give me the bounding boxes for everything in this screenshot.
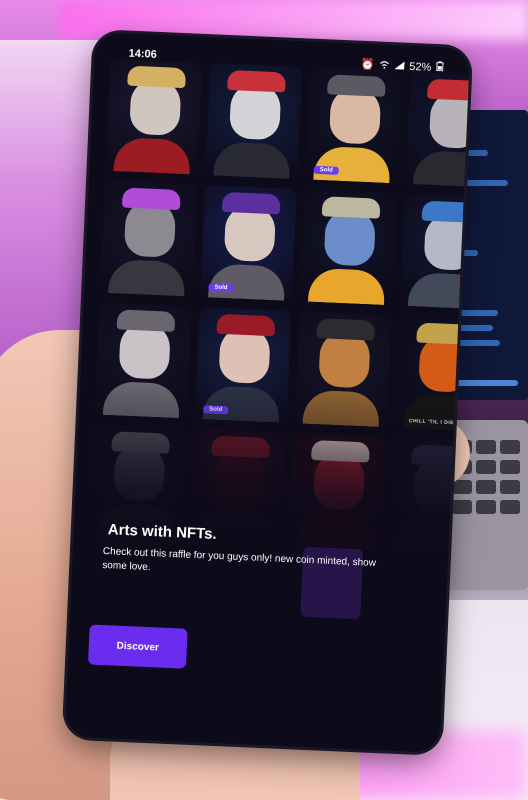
- nft-card[interactable]: Sold: [200, 185, 297, 301]
- nft-artwork-hat: [327, 74, 386, 97]
- signal-icon: [394, 60, 405, 72]
- nft-artwork-body: [113, 137, 191, 175]
- nft-card[interactable]: Sold: [305, 67, 403, 184]
- nft-artwork-body: [208, 263, 286, 301]
- nft-artwork-hat: [221, 191, 281, 215]
- nft-artwork-hat: [227, 69, 286, 93]
- sold-badge: Sold: [313, 165, 339, 175]
- nft-artwork-hat: [116, 309, 176, 332]
- nft-artwork-body: [413, 150, 471, 188]
- nft-artwork-hat: [121, 187, 181, 211]
- discover-button[interactable]: Discover: [87, 624, 188, 669]
- nft-card[interactable]: [405, 71, 471, 188]
- nft-artwork-hat: [316, 318, 376, 341]
- nft-artwork-hat: [426, 78, 471, 102]
- nft-artwork-body: [213, 141, 291, 179]
- nft-card[interactable]: [205, 63, 303, 180]
- nft-artwork-hat: [127, 65, 187, 89]
- nft-card[interactable]: [100, 180, 197, 297]
- nft-artwork-hat: [321, 196, 381, 219]
- nft-card[interactable]: [105, 58, 203, 175]
- nft-artwork-body: [313, 145, 391, 184]
- wifi-icon: [379, 59, 390, 71]
- nft-artwork-body: [308, 267, 386, 305]
- sold-badge: Sold: [208, 283, 234, 293]
- nft-artwork-body: [108, 258, 186, 297]
- nft-artwork-hat: [216, 313, 276, 337]
- phone-screen: 14:06 ⏰ 52% SoldSoldSoldCHILL 'TIL I DIE…: [64, 32, 471, 753]
- nft-card[interactable]: [300, 189, 397, 306]
